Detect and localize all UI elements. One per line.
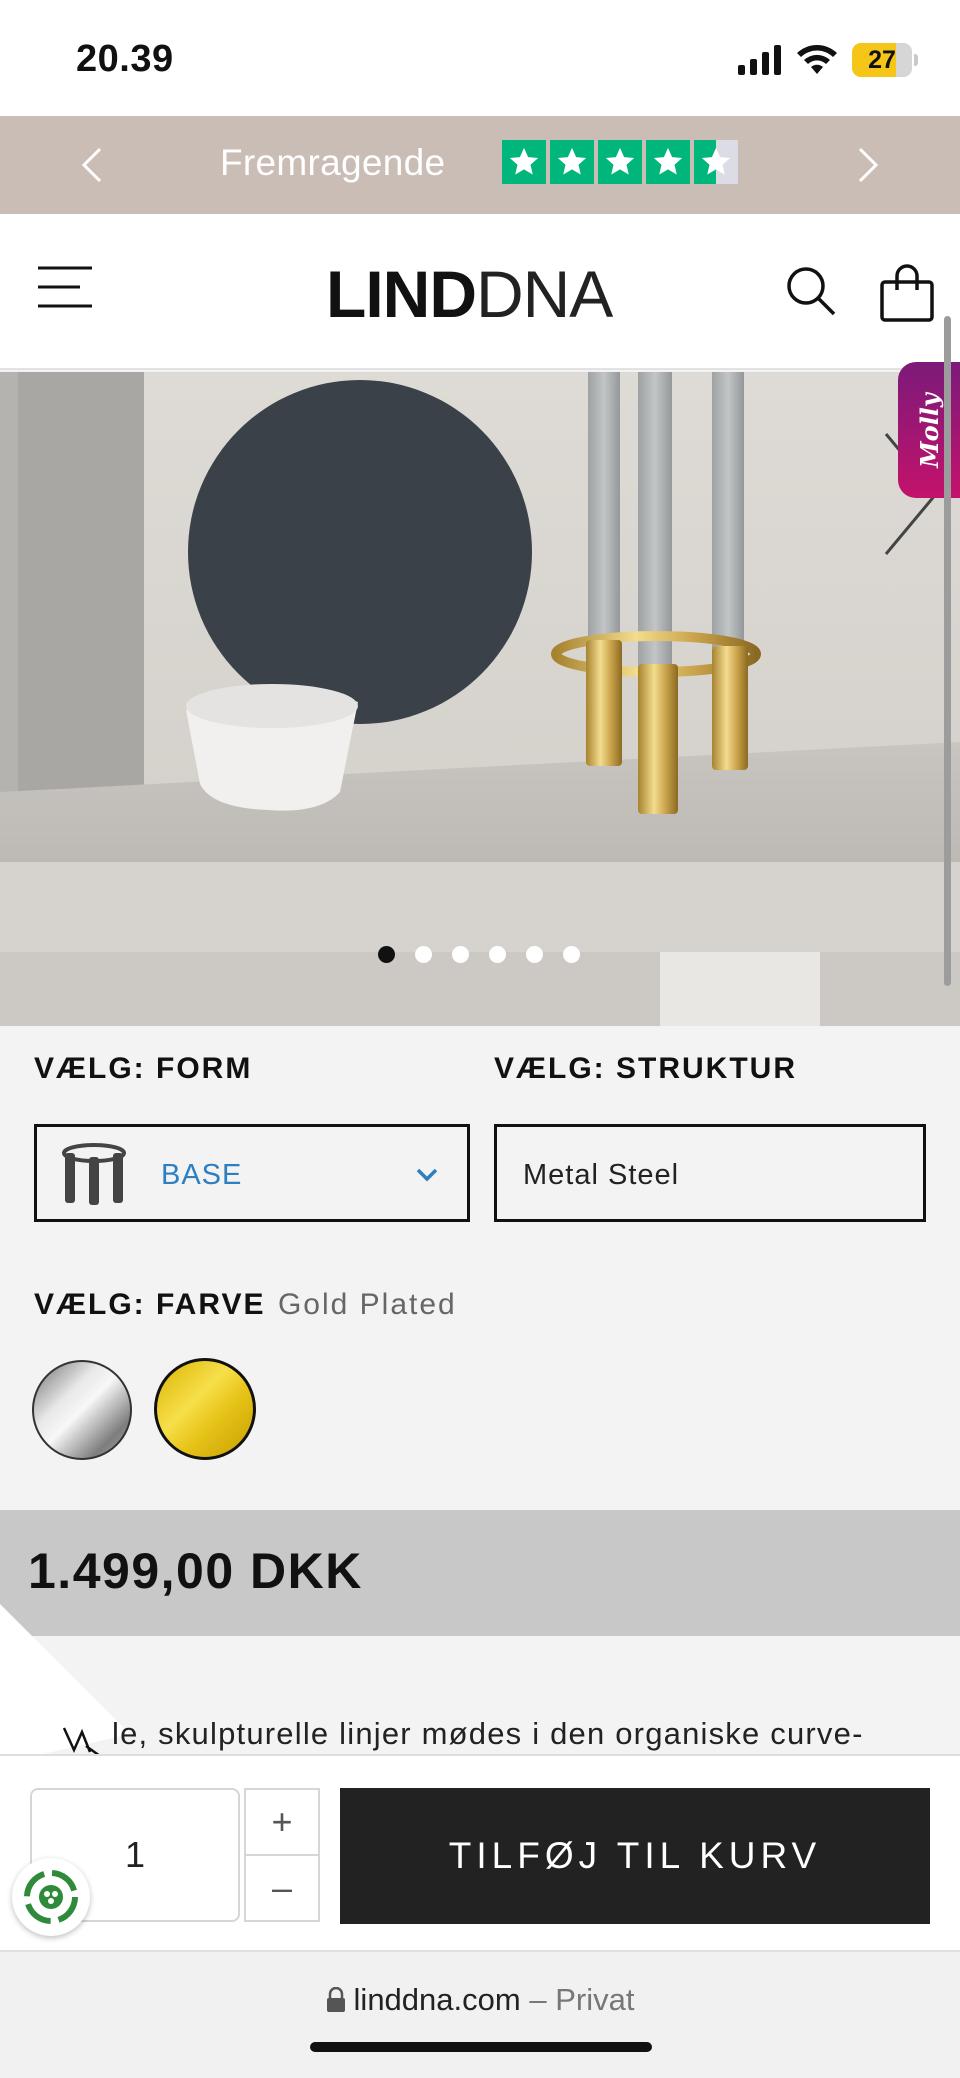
product-image-carousel[interactable] [0,372,960,1026]
form-option-label: VÆLG: FORM [34,1052,253,1085]
trustpilot-banner: Fremragende [0,116,960,214]
star-icon [598,140,642,184]
cart-button[interactable] [878,264,936,322]
product-photo [0,372,960,1026]
star-icon [502,140,546,184]
structure-select[interactable]: Metal Steel [494,1124,926,1222]
battery-icon: 27 [852,43,918,77]
status-icons: 27 [738,40,918,80]
hamburger-menu-icon [38,266,92,308]
logo-light-text: DNA [475,257,613,331]
carousel-dots [378,946,580,963]
carousel-dot[interactable] [378,946,395,963]
carousel-dot[interactable] [415,946,432,963]
trust-rating-label: Fremragende [220,142,446,183]
sticky-add-to-cart-bar: 1 + – TILFØJ TIL KURV [0,1754,960,1950]
trust-next-button[interactable] [840,136,898,194]
menu-button[interactable] [36,264,94,310]
structure-select-value: Metal Steel [523,1159,680,1191]
carousel-dot[interactable] [489,946,506,963]
page-scrollbar[interactable] [944,316,951,986]
status-time: 20.39 [76,38,174,80]
carousel-dot[interactable] [526,946,543,963]
search-icon [787,267,836,316]
chevron-down-icon [416,1168,438,1182]
battery-level: 27 [868,45,896,74]
molly-tab-label: Molly [914,392,944,468]
url-display: linddna.com – Privat [0,1982,960,2018]
private-mode-label: Privat [555,1982,635,2017]
lock-icon [326,1986,345,2012]
cellular-signal-icon [738,45,781,75]
add-to-cart-button[interactable]: TILFØJ TIL KURV [340,1788,930,1924]
home-indicator[interactable] [310,2042,652,2052]
url-separator: – [529,1982,547,2017]
base-form-thumbnail-icon [62,1143,126,1205]
site-logo[interactable]: LINDDNA [326,256,613,332]
browser-address-bar[interactable]: linddna.com – Privat [0,1950,960,2078]
structure-option-label: VÆLG: STRUKTUR [494,1052,797,1085]
trust-stars [502,140,738,184]
trust-prev-button[interactable] [62,136,120,194]
product-description: le, skulpturelle linjer mødes i den orga… [112,1716,864,1751]
half-star-icon [694,140,738,184]
shopping-bag-icon [880,264,934,322]
form-select[interactable]: BASE [34,1124,470,1222]
logo-bold-text: LIND [326,257,477,331]
status-bar: 20.39 27 [0,0,960,116]
carousel-dot[interactable] [452,946,469,963]
star-icon [646,140,690,184]
color-option-label: VÆLG: FARVE [34,1288,266,1321]
site-header: LINDDNA [0,214,960,370]
recycle-leaf-icon [24,1870,78,1924]
eco-badge[interactable] [12,1858,90,1936]
quantity-decrease-button[interactable]: – [244,1854,320,1922]
chevron-right-icon [858,147,879,183]
color-selected-value: Gold Plated [277,1288,457,1321]
form-select-value: BASE [161,1159,243,1191]
silver-swatch[interactable] [32,1360,132,1460]
carousel-dot[interactable] [563,946,580,963]
chevron-left-icon [81,147,102,183]
price-bar: 1.499,00 DKK [0,1510,960,1636]
wifi-icon [797,45,837,74]
quantity-increase-button[interactable]: + [244,1788,320,1856]
search-button[interactable] [784,264,838,318]
gold-swatch[interactable] [154,1358,256,1460]
url-domain: linddna.com [353,1982,521,2017]
star-icon [550,140,594,184]
color-option-row: VÆLG: FARVE Gold Plated [34,1288,457,1322]
product-price: 1.499,00 DKK [28,1543,363,1599]
